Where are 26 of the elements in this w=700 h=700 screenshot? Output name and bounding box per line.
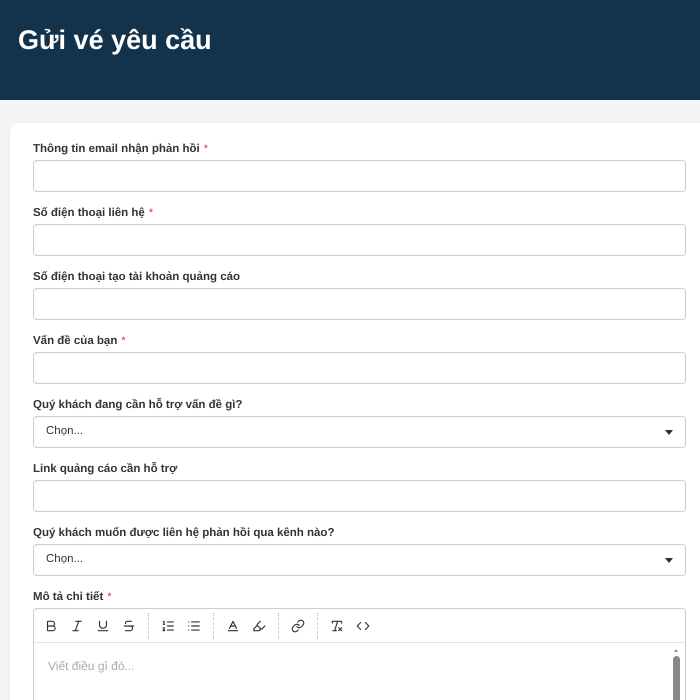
field-label: Số điện thoại tạo tài khoản quảng cáo <box>33 270 240 284</box>
required-mark: * <box>121 334 126 348</box>
field-label: Thông tin email nhận phản hồi <box>33 142 200 156</box>
input-field[interactable] <box>33 160 686 192</box>
scrollbar-thumb[interactable] <box>672 656 680 700</box>
field-label: Quý khách muốn được liên hệ phản hồi qua kênh nào? <box>33 526 334 540</box>
rich-text-editor[interactable]: Viết điều gì đó... <box>33 608 686 700</box>
input-field[interactable] <box>33 480 686 512</box>
input-field[interactable] <box>33 288 686 320</box>
required-mark: * <box>107 590 112 604</box>
editor-text-area[interactable]: Viết điều gì đó... <box>34 643 671 700</box>
input-field[interactable] <box>33 224 686 256</box>
scroll-up-icon[interactable] <box>673 649 679 652</box>
required-mark: * <box>204 142 208 156</box>
field-label: Số điện thoại liên hệ <box>33 206 145 220</box>
field-label: Link quảng cáo cần hỗ trợ <box>33 462 178 476</box>
field-label: Quý khách đang cần hỗ trợ vấn đề gì? <box>33 398 242 412</box>
page-title: Gửi vé yêu cầu <box>18 24 212 57</box>
required-mark: * <box>148 206 154 220</box>
dropdown-caret-icon <box>665 558 673 562</box>
input-field[interactable] <box>33 352 686 384</box>
select-field[interactable]: Chọn... <box>33 416 686 448</box>
select-field[interactable]: Chọn... <box>33 544 686 576</box>
field-label: Vấn đề của bạn <box>33 334 118 348</box>
dropdown-caret-icon <box>665 430 673 434</box>
field-label: Mô tả chi tiết <box>33 590 104 604</box>
